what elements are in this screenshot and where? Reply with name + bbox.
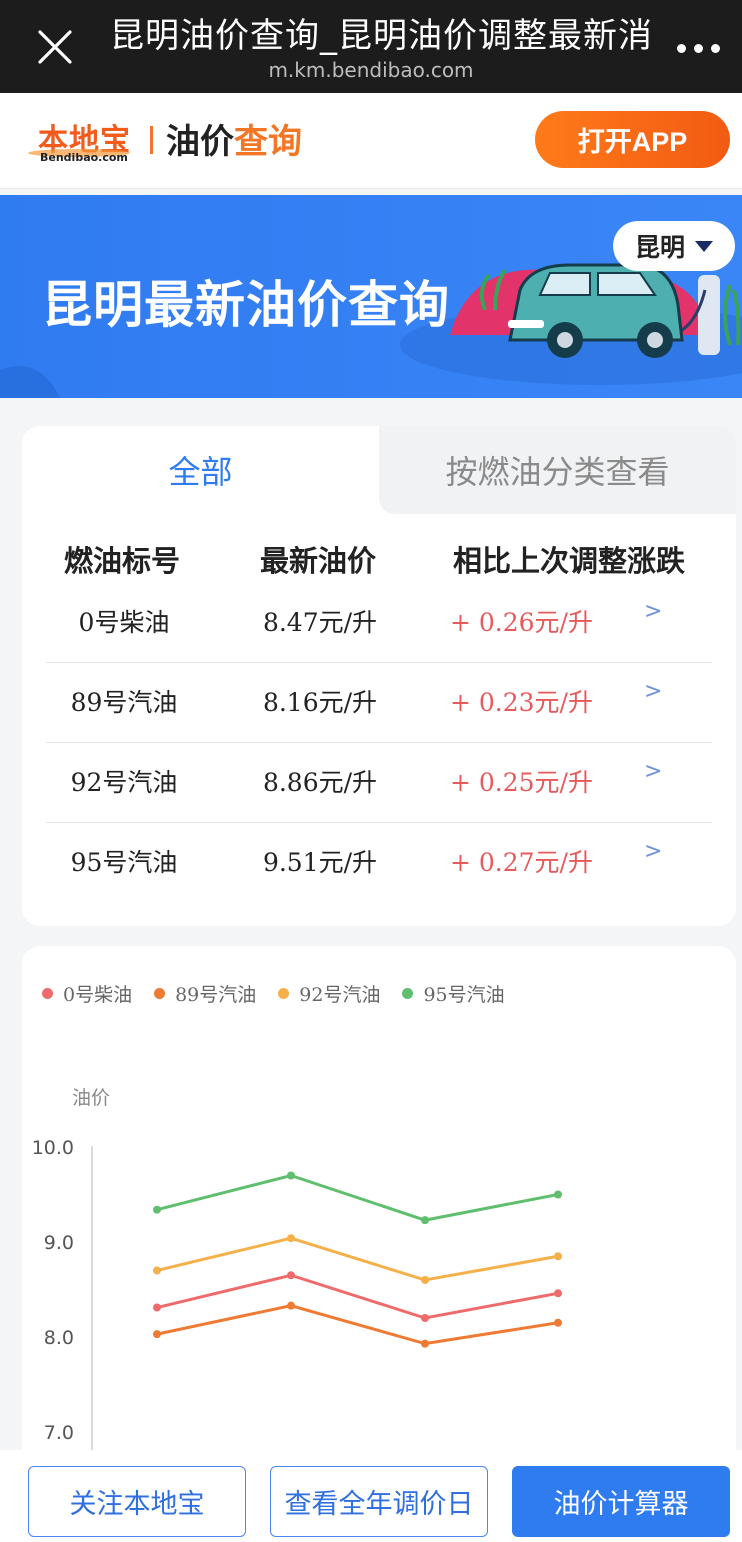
data-point[interactable] — [287, 1301, 295, 1310]
chevron-right-icon[interactable]: > — [644, 839, 662, 864]
fuel-name: 95号汽油 — [70, 848, 178, 877]
bendibao-logo[interactable]: 本地宝 Bendibao.com — [28, 115, 138, 165]
caret-down-icon — [695, 240, 713, 252]
y-tick-label: 7.0 — [44, 1422, 74, 1444]
fuel-name: 92号汽油 — [70, 768, 178, 797]
data-point[interactable] — [421, 1314, 429, 1322]
fuel-change: + 0.26元/升 — [450, 608, 593, 637]
fuel-change: + 0.23元/升 — [450, 688, 593, 717]
browser-top-bar: 昆明油价查询_昆明油价调整最新消 m.km.bendibao.com — [0, 0, 742, 93]
price-card: 全部 按燃油分类查看 燃油标号 最新油价 相比上次调整涨跌 0号柴油 8.47元… — [22, 426, 736, 926]
city-label: 昆明 — [634, 233, 685, 262]
chart-series — [153, 1171, 562, 1348]
data-point[interactable] — [287, 1171, 295, 1180]
bottom-action-bar: 关注本地宝 查看全年调价日 油价计算器 — [0, 1450, 742, 1542]
fuel-change: + 0.25元/升 — [450, 768, 593, 797]
series-line — [156, 1236, 559, 1282]
data-point[interactable] — [554, 1318, 562, 1327]
fuel-change: + 0.27元/升 — [450, 848, 593, 877]
section-brand: 油价查询 — [166, 114, 302, 163]
series-line — [156, 1273, 559, 1320]
y-tick-label: 8.0 — [44, 1327, 74, 1349]
y-tick-label: 9.0 — [44, 1232, 74, 1254]
table-row[interactable]: 95号汽油 9.51元/升 + 0.27元/升 > — [46, 823, 712, 903]
logo-subtext: Bendibao.com — [40, 151, 128, 164]
table-row[interactable]: 92号汽油 8.86元/升 + 0.25元/升 > — [46, 743, 712, 823]
fuel-price: 8.47元/升 — [262, 608, 378, 637]
data-point[interactable] — [153, 1205, 161, 1214]
data-point[interactable] — [421, 1276, 429, 1284]
chevron-right-icon[interactable]: > — [644, 759, 662, 784]
fuel-name: 89号汽油 — [70, 688, 178, 717]
brand-text-b: 查询 — [234, 122, 302, 162]
brand-text-a: 油价 — [166, 122, 234, 162]
header-divider — [150, 126, 153, 154]
page-url: m.km.bendibao.com — [268, 58, 474, 82]
more-dots-icon[interactable] — [677, 44, 720, 53]
data-point[interactable] — [421, 1216, 429, 1225]
tab-bar: 全部 按燃油分类查看 — [22, 426, 736, 514]
data-point[interactable] — [554, 1252, 562, 1261]
data-point[interactable] — [287, 1234, 295, 1243]
data-point[interactable] — [554, 1289, 562, 1298]
fuel-price: 9.51元/升 — [262, 848, 378, 877]
fuel-price: 8.86元/升 — [262, 768, 378, 797]
view-adjustment-dates-button[interactable]: 查看全年调价日 — [270, 1466, 488, 1537]
header-fuel-grade: 燃油标号 — [64, 544, 181, 578]
data-point[interactable] — [287, 1271, 295, 1280]
table-row[interactable]: 89号汽油 8.16元/升 + 0.23元/升 > — [46, 663, 712, 743]
fuel-name: 0号柴油 — [78, 608, 170, 637]
header-latest-price: 最新油价 — [260, 544, 377, 578]
tab-all[interactable]: 全部 — [22, 426, 379, 514]
data-point[interactable] — [153, 1303, 161, 1312]
table-header: 燃油标号 最新油价 相比上次调整涨跌 — [46, 538, 712, 582]
series-line — [156, 1173, 559, 1222]
y-tick-label: 10.0 — [32, 1137, 74, 1159]
page-title: 昆明油价查询_昆明油价调整最新消 — [110, 16, 650, 56]
header-change: 相比上次调整涨跌 — [453, 544, 686, 578]
series-line — [156, 1304, 559, 1346]
fuel-calculator-button[interactable]: 油价计算器 — [512, 1466, 730, 1537]
data-point[interactable] — [153, 1266, 161, 1275]
price-trend-card: 0号柴油 89号汽油 92号汽油 95号汽油 油价 10.0 9.0 8.0 7.0 — [22, 946, 736, 1466]
chevron-right-icon[interactable]: > — [644, 679, 662, 704]
tab-by-category[interactable]: 按燃油分类查看 — [379, 426, 736, 514]
y-axis-label: 油价 — [72, 1087, 110, 1109]
fuel-price: 8.16元/升 — [262, 688, 378, 717]
open-app-button[interactable]: 打开APP — [535, 111, 730, 168]
follow-bendibao-button[interactable]: 关注本地宝 — [28, 1466, 246, 1537]
y-tick-labels: 10.0 9.0 8.0 7.0 — [32, 1137, 74, 1444]
data-point[interactable] — [554, 1190, 562, 1199]
banner-title: 昆明最新油价查询 — [42, 276, 450, 334]
line-chart: 油价 10.0 9.0 8.0 7.0 — [32, 1087, 562, 1466]
chevron-right-icon[interactable]: > — [644, 599, 662, 624]
table-row[interactable]: 0号柴油 8.47元/升 + 0.26元/升 > — [46, 583, 712, 663]
city-selector[interactable]: 昆明 — [613, 221, 735, 271]
data-point[interactable] — [421, 1339, 429, 1348]
data-point[interactable] — [153, 1330, 161, 1339]
